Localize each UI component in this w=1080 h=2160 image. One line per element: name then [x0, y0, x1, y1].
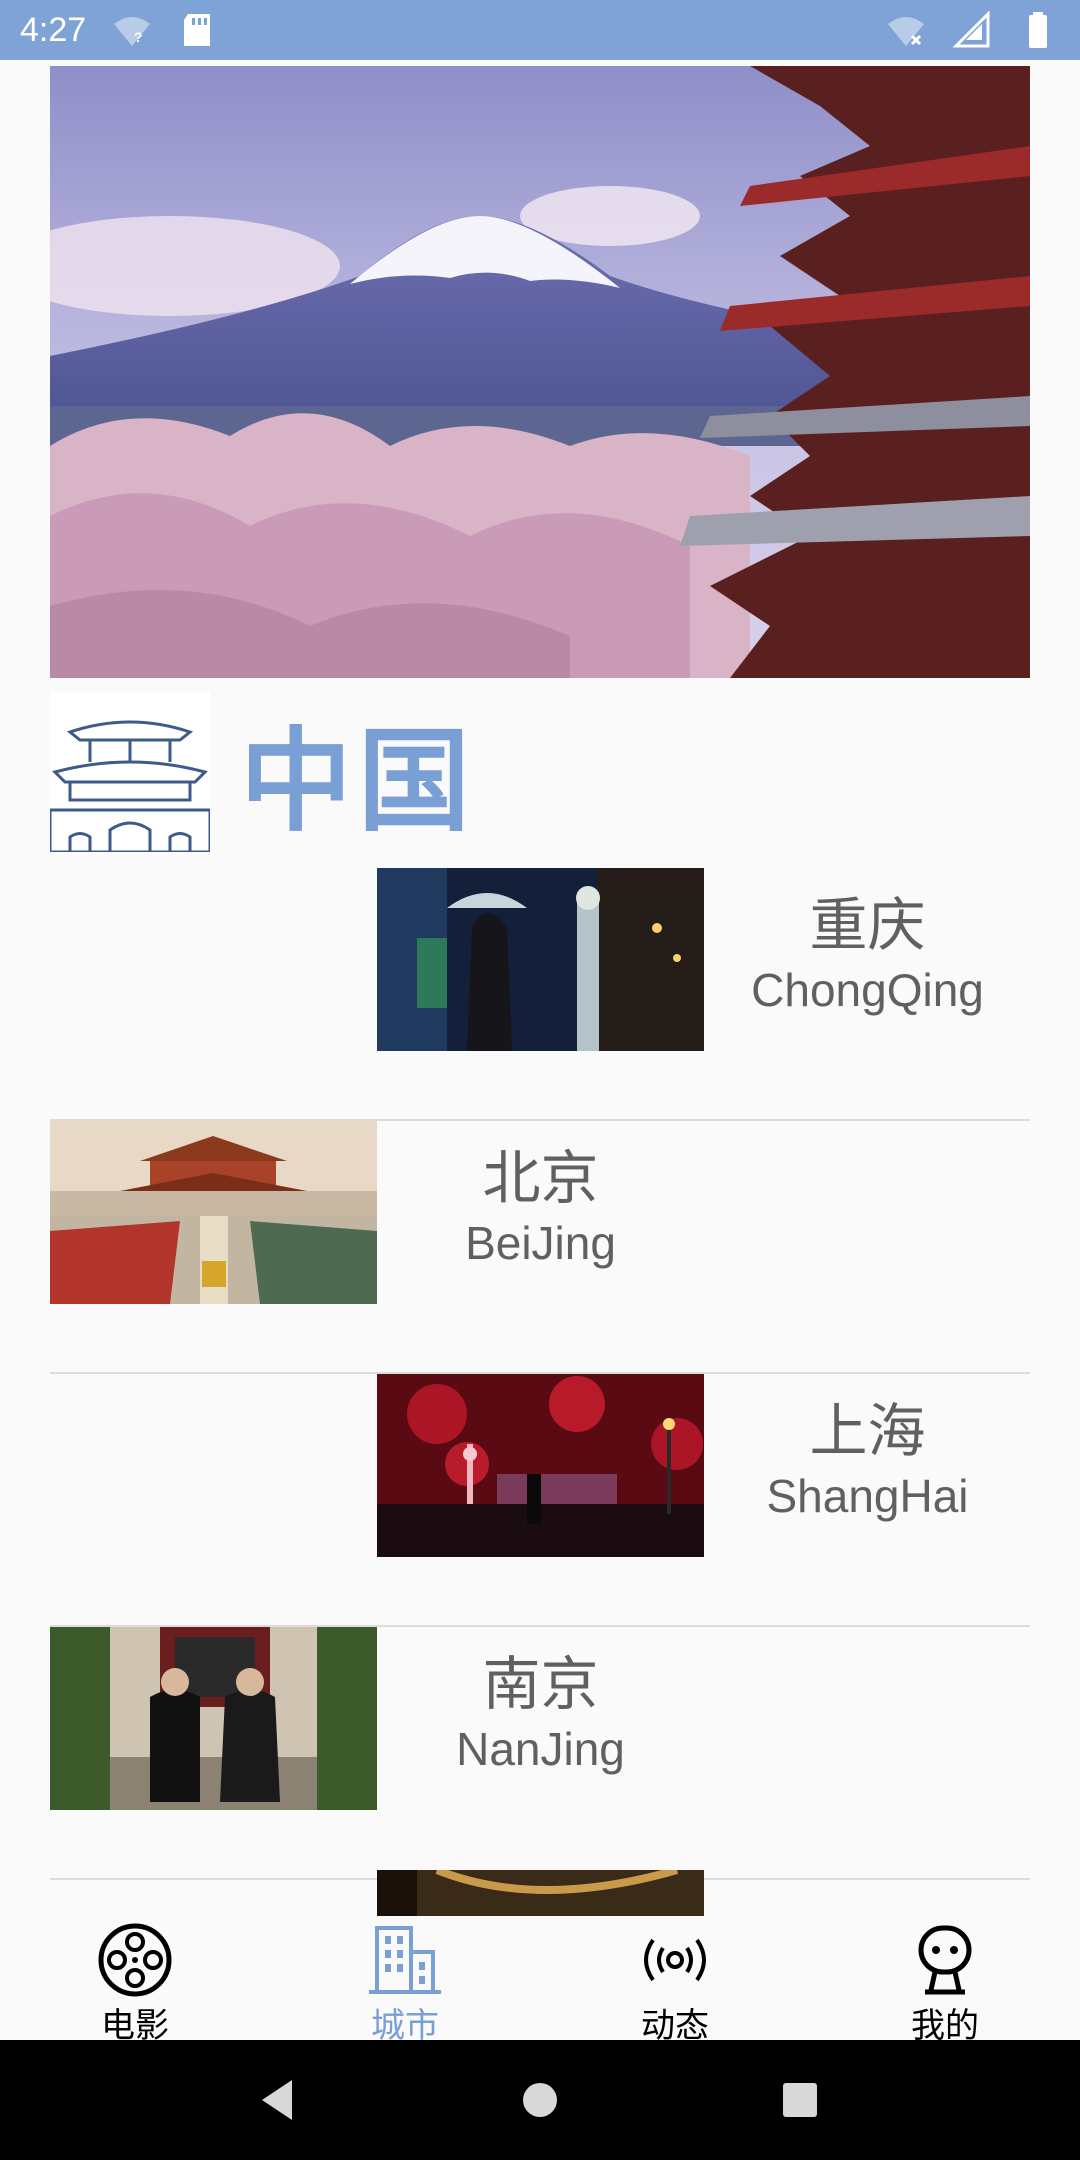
- city-name-en: ChongQing: [751, 964, 984, 1016]
- city-row-beijing[interactable]: 北京 BeiJing: [50, 1121, 1030, 1374]
- forbidden-city-gate-icon: [50, 692, 210, 852]
- city-image-partial: [377, 1870, 704, 1916]
- city-row-chongqing[interactable]: 重庆 ChongQing: [50, 868, 1030, 1121]
- svg-text:?: ?: [134, 29, 143, 45]
- city-label-shanghai: 上海 ShangHai: [704, 1396, 1031, 1526]
- city-label-nanjing: 南京 NanJing: [377, 1649, 704, 1779]
- status-left: 4:27 ?: [20, 10, 218, 50]
- nav-item-city[interactable]: 城市: [270, 1916, 540, 2046]
- film-reel-icon: [95, 1920, 175, 2000]
- city-label-chongqing: 重庆 ChongQing: [704, 890, 1031, 1020]
- back-icon[interactable]: [250, 2070, 310, 2130]
- signal-icon: [952, 10, 990, 48]
- status-time: 4:27: [20, 10, 87, 49]
- broadcast-icon: [635, 1920, 715, 2000]
- city-name-cn: 重庆: [809, 891, 926, 959]
- sd-card-icon: [184, 14, 211, 46]
- city-name-en: BeiJing: [465, 1217, 616, 1269]
- city-name-cn: 北京: [482, 1144, 599, 1212]
- city-row-shanghai[interactable]: 上海 ShangHai: [50, 1374, 1030, 1627]
- city-image-beijing: [50, 1121, 377, 1304]
- battery-icon: [1029, 12, 1047, 48]
- wifi-off-icon: [888, 17, 924, 46]
- hero-banner[interactable]: [50, 66, 1030, 678]
- city-name-en: ShangHai: [766, 1470, 969, 1522]
- hero-image-fuji-pagoda: [50, 66, 1030, 678]
- wifi-question-icon: ?: [114, 17, 151, 46]
- city-name-en: NanJing: [456, 1723, 625, 1775]
- section-title: 中国: [240, 717, 476, 847]
- nav-item-feed[interactable]: 动态: [540, 1916, 810, 2046]
- robot-face-icon: [905, 1920, 985, 2000]
- system-nav-bar: [0, 2040, 1080, 2160]
- city-row-nanjing[interactable]: 南京 NanJing: [50, 1627, 1030, 1880]
- recents-icon[interactable]: [770, 2070, 830, 2130]
- city-image-chongqing: [377, 868, 704, 1051]
- status-bar: 4:27 ?: [0, 0, 1080, 60]
- section-header: 中国: [50, 692, 1030, 852]
- home-icon[interactable]: [510, 2070, 570, 2130]
- status-right: [886, 10, 1058, 50]
- city-label-beijing: 北京 BeiJing: [377, 1143, 704, 1273]
- city-name-cn: 南京: [482, 1650, 599, 1718]
- nav-item-profile[interactable]: 我的: [810, 1916, 1080, 2046]
- city-image-nanjing: [50, 1627, 377, 1810]
- city-name-cn: 上海: [809, 1397, 926, 1465]
- bottom-nav: 电影 城市 动态 我的: [0, 1916, 1080, 2046]
- city-image-shanghai: [377, 1374, 704, 1557]
- nav-item-movies[interactable]: 电影: [0, 1916, 270, 2046]
- city-list-content[interactable]: 中国 重庆 ChongQing 北京 BeiJing 上海 ShangHai 南…: [0, 60, 1080, 1916]
- city-row-partial[interactable]: [50, 1870, 1030, 1916]
- city-building-icon: [365, 1920, 445, 2000]
